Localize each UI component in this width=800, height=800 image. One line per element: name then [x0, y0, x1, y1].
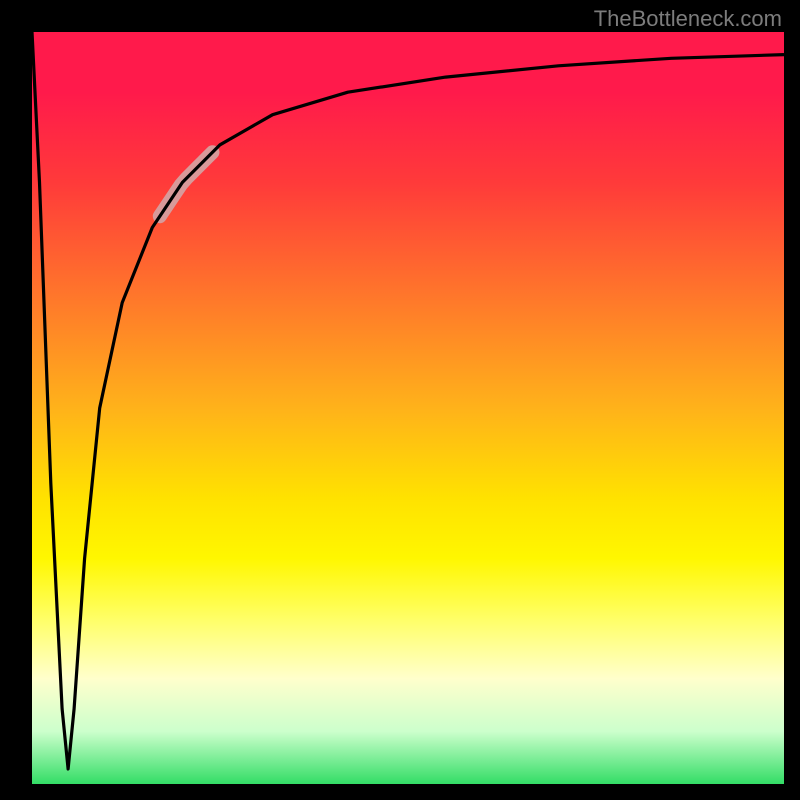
bottleneck-curve [32, 32, 784, 769]
plot-area [32, 32, 784, 784]
curve-layer [32, 32, 784, 784]
chart-frame: TheBottleneck.com [0, 0, 800, 800]
attribution-text: TheBottleneck.com [594, 6, 782, 32]
